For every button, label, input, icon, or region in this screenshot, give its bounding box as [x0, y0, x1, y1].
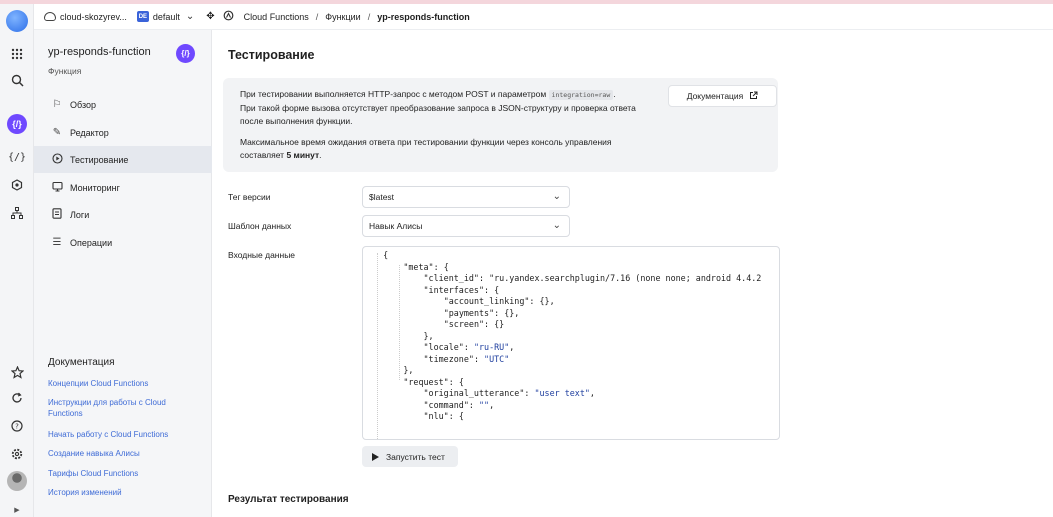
breadcrumb-service[interactable]: Cloud Functions [244, 12, 309, 22]
run-test-button[interactable]: Запустить тест [362, 446, 458, 467]
sidebar-item-label: Операции [70, 237, 113, 248]
data-template-value: Навык Алисы [369, 221, 423, 231]
code-text: { "meta": { "client_id": "ru.yandex.sear… [383, 250, 762, 421]
svg-text:?: ? [15, 423, 19, 431]
doc-link[interactable]: Создание навыка Алисы [48, 448, 198, 459]
breadcrumb-separator: / [315, 11, 319, 22]
function-badge-icon: {/} [176, 44, 195, 63]
breadcrumb-separator: / [367, 11, 371, 22]
global-nav-rail: {/} {/} ? ▶ [0, 4, 34, 517]
top-bar: cloud-skozyrev... DE default ⌄ ✥ Cloud F… [34, 4, 1053, 30]
sidebar-item-operations[interactable]: ☰ Операции [34, 229, 212, 256]
chevron-down-icon: ⌄ [552, 220, 561, 231]
data-template-select[interactable]: Навык Алисы ⌄ [362, 215, 570, 237]
cloud-logo-icon[interactable] [6, 10, 28, 32]
sidebar-item-label: Логи [70, 209, 90, 220]
info-text-timeout: Максимальное время ожидания ответа при т… [240, 137, 612, 160]
input-data-editor[interactable]: { "meta": { "client_id": "ru.yandex.sear… [362, 246, 780, 440]
docs-title: Документация [48, 357, 115, 368]
sidebar-item-label: Редактор [70, 127, 109, 138]
list-icon: ☰ [52, 237, 62, 248]
apps-grid-icon[interactable] [5, 42, 29, 66]
move-icon[interactable]: ✥ [206, 11, 214, 22]
data-template-label: Шаблон данных [228, 221, 292, 231]
sidebar-item-overview[interactable]: ⚐ Обзор [34, 91, 212, 118]
folder-badge-icon: DE [136, 11, 149, 22]
run-test-label: Запустить тест [386, 451, 445, 462]
log-icon [50, 207, 64, 222]
service-sidebar: yp-responds-function Функция {/} ⚐ Обзор… [34, 30, 212, 517]
settings-gear-icon[interactable] [5, 173, 29, 197]
play-icon [372, 452, 379, 461]
avatar-icon[interactable] [7, 471, 27, 491]
sidebar-item-label: Тестирование [70, 154, 129, 165]
inline-code: integration=raw [548, 90, 614, 100]
breadcrumb-current: yp-responds-function [377, 11, 470, 22]
function-name: yp-responds-function [48, 46, 151, 58]
chevron-down-icon: ⌄ [185, 11, 195, 22]
doc-link[interactable]: Начать работу с Cloud Functions [48, 429, 198, 440]
sidebar-item-label: Мониторинг [70, 182, 120, 193]
edit-icon: ✎ [52, 127, 62, 138]
documentation-button[interactable]: Документация [668, 85, 777, 107]
info-text: При тестировании выполняется HTTP-запрос… [240, 89, 636, 126]
cloud-name: cloud-skozyrev... [60, 11, 127, 22]
doc-link[interactable]: Инструкции для работы с Cloud Functions [48, 397, 198, 419]
version-tag-select[interactable]: $latest ⌄ [362, 186, 570, 208]
hierarchy-icon[interactable] [5, 201, 29, 225]
play-circle-icon [50, 152, 64, 167]
sidebar-item-testing[interactable]: Тестирование [34, 146, 212, 173]
folder-name: default [152, 11, 180, 22]
external-link-icon [749, 91, 758, 102]
doc-link[interactable]: Концепции Cloud Functions [48, 378, 198, 389]
documentation-button-label: Документация [686, 91, 744, 101]
breadcrumb: ✥ Cloud Functions / Функции / yp-respond… [206, 10, 470, 23]
help-icon[interactable]: ? [5, 414, 29, 438]
result-title: Результат тестирования [228, 494, 349, 505]
cloud-icon [44, 12, 56, 21]
home-icon[interactable] [223, 10, 234, 23]
breadcrumb-functions[interactable]: Функции [325, 12, 360, 22]
input-data-label: Входные данные [228, 250, 296, 260]
cloud-selector[interactable]: cloud-skozyrev... [34, 12, 127, 22]
doc-link[interactable]: История изменений [48, 487, 198, 498]
sidebar-item-monitoring[interactable]: Мониторинг [34, 174, 212, 201]
version-tag-label: Тег версии [228, 192, 271, 202]
chevron-down-icon: ⌄ [552, 191, 561, 202]
doc-link[interactable]: Тарифы Cloud Functions [48, 468, 198, 479]
flag-icon: ⚐ [52, 99, 62, 110]
function-type: Функция [48, 66, 82, 76]
main-content: Тестирование При тестировании выполняетс… [212, 30, 1053, 517]
page-title: Тестирование [228, 48, 315, 62]
search-icon[interactable] [5, 68, 29, 92]
settings-icon[interactable] [5, 442, 29, 466]
code-icon[interactable]: {/} [5, 145, 29, 169]
info-panel: При тестировании выполняется HTTP-запрос… [223, 78, 778, 172]
star-icon[interactable] [5, 360, 29, 384]
version-tag-value: $latest [369, 192, 395, 202]
refresh-icon[interactable] [5, 386, 29, 410]
sidebar-item-logs[interactable]: Логи [34, 201, 212, 228]
sidebar-item-editor[interactable]: ✎ Редактор [34, 119, 212, 146]
functions-icon[interactable]: {/} [7, 114, 27, 134]
expand-icon[interactable]: ▶ [5, 498, 29, 517]
sidebar-item-label: Обзор [70, 99, 96, 110]
folder-selector[interactable]: DE default ⌄ [127, 11, 194, 22]
monitor-icon [50, 181, 64, 195]
